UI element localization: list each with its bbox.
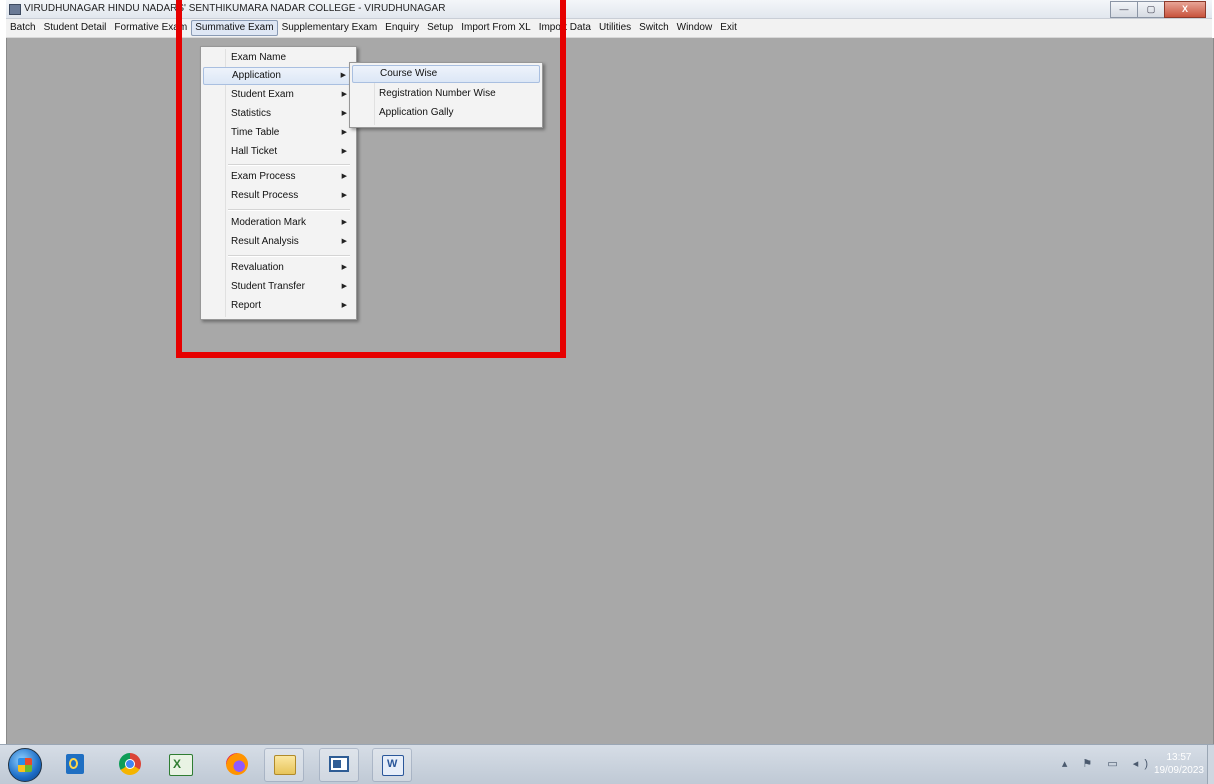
menu-utilities[interactable]: Utilities bbox=[595, 21, 635, 35]
menu-exit[interactable]: Exit bbox=[716, 21, 741, 35]
firefox-icon[interactable] bbox=[222, 749, 252, 779]
file-explorer-icon[interactable] bbox=[264, 748, 304, 782]
windows-logo-icon bbox=[18, 758, 32, 772]
start-button[interactable] bbox=[8, 748, 42, 782]
red-highlight-box bbox=[176, 0, 566, 358]
menu-student-detail[interactable]: Student Detail bbox=[40, 21, 111, 35]
outlook-icon[interactable] bbox=[60, 749, 90, 779]
system-tray-icons[interactable]: ▴ ⚑ ▭ ◂) bbox=[1062, 757, 1154, 770]
excel-icon[interactable]: X bbox=[165, 749, 195, 779]
chrome-icon[interactable] bbox=[115, 749, 145, 779]
menu-switch[interactable]: Switch bbox=[635, 21, 672, 35]
taskbar: X W ▴ ⚑ ▭ ◂) 13:57 19/09/2023 bbox=[0, 744, 1214, 784]
menu-window[interactable]: Window bbox=[673, 21, 717, 35]
minimize-button[interactable]: — bbox=[1110, 1, 1138, 18]
word-icon[interactable]: W bbox=[372, 748, 412, 782]
clock-time: 13:57 bbox=[1166, 752, 1192, 763]
menu-batch[interactable]: Batch bbox=[6, 21, 40, 35]
close-button[interactable]: X bbox=[1164, 1, 1206, 18]
clock-date: 19/09/2023 bbox=[1153, 765, 1204, 776]
app-window-icon[interactable] bbox=[319, 748, 359, 782]
window-controls: — ▢ X bbox=[1110, 1, 1206, 18]
show-desktop-button[interactable] bbox=[1207, 745, 1214, 784]
clock[interactable]: 13:57 19/09/2023 bbox=[1154, 751, 1204, 777]
app-icon[interactable] bbox=[9, 4, 21, 15]
maximize-button[interactable]: ▢ bbox=[1137, 1, 1165, 18]
outlook-icon-shape bbox=[66, 754, 84, 774]
